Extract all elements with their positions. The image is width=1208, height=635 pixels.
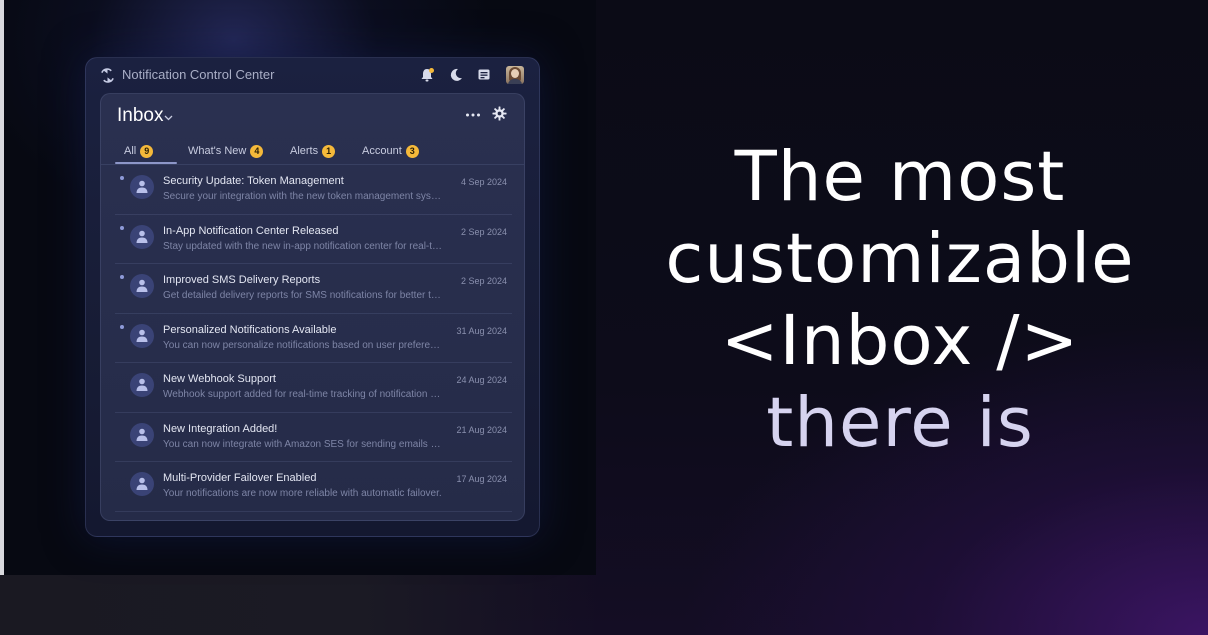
inbox-tabs: All 9 What's New 4 Alerts 1 Account 3 [101,138,524,164]
user-icon [130,472,154,496]
notification-date: 31 Aug 2024 [456,325,507,336]
user-avatar[interactable] [506,66,524,84]
count-badge: 3 [405,144,419,158]
headline: The most customizable <Inbox /> there is [620,136,1180,464]
notification-title: Security Update: Token Management [163,175,344,187]
user-icon [130,373,154,397]
headline-line: <Inbox /> [720,301,1080,381]
notification-date: 2 Sep 2024 [460,276,507,286]
moon-icon[interactable] [448,67,464,83]
notification-row[interactable]: Improved SMS Delivery Reports Get detail… [101,264,524,314]
tab-account[interactable]: Account 3 [362,138,419,164]
preview-stage: Notification Control Center Inbox All 9 … [4,0,596,575]
left-edge-strip [0,0,4,575]
notification-title: New Webhook Support [163,373,276,385]
notification-body: Get detailed delivery reports for SMS no… [163,290,443,301]
user-icon [130,274,154,298]
background-strip [0,575,600,635]
notification-row[interactable]: New Webhook Support Webhook support adde… [101,363,524,413]
gear-icon[interactable] [492,106,507,121]
unread-dot [120,225,124,230]
notification-row[interactable]: Personalized Notifications Available You… [101,314,524,363]
notification-row[interactable]: Security Update: Token Management Secure… [101,165,524,215]
headline-line: there is [766,383,1034,463]
headline-line: The most [734,137,1066,217]
count-badge: 9 [140,144,154,158]
user-icon [130,323,154,348]
divider [115,510,512,512]
notification-title: Multi-Provider Failover Enabled [163,472,317,484]
notification-title: In-App Notification Center Released [163,224,339,237]
notification-body: Webhook support added for real-time trac… [163,389,443,400]
notification-date: 21 Aug 2024 [456,424,507,435]
notification-date: 17 Aug 2024 [456,474,507,484]
bell-icon[interactable] [419,67,435,83]
inbox-panel: Inbox All 9 What's New 4 Alerts 1 Accoun… [100,93,525,521]
tab-label: Account [362,145,402,157]
notification-body: Your notifications are now more reliable… [163,488,442,499]
tab-label: Alerts [290,145,319,157]
notification-date: 4 Sep 2024 [460,177,507,187]
notification-title: New Integration Added! [163,422,278,435]
notification-body: You can now personalize notifications ba… [163,339,443,351]
notification-body: Secure your integration with the new tok… [163,191,443,202]
notification-window: Notification Control Center Inbox All 9 … [85,57,540,537]
count-badge: 4 [250,144,264,158]
inbox-title[interactable]: Inbox [117,105,163,127]
headline-line: customizable [665,219,1135,299]
user-icon [130,224,154,249]
notification-body: Stay updated with the new in-app notific… [163,240,443,252]
unread-dot [120,324,124,329]
notification-date: 24 Aug 2024 [456,375,507,385]
more-options-icon[interactable] [465,112,481,118]
notification-list: Security Update: Token Management Secure… [101,165,524,512]
user-icon [130,175,154,199]
tab-whats-new[interactable]: What's New 4 [188,138,264,164]
unread-dot [120,275,124,279]
notification-row[interactable]: New Integration Added! You can now integ… [101,413,524,462]
notification-row[interactable]: In-App Notification Center Released Stay… [101,215,524,264]
tab-all[interactable]: All 9 [124,138,154,164]
notification-date: 2 Sep 2024 [460,226,507,237]
notification-body: You can now integrate with Amazon SES fo… [163,438,443,450]
tab-label: All [124,145,137,157]
unread-dot [120,176,124,180]
chevron-down-icon[interactable] [164,115,173,121]
notification-title: Personalized Notifications Available [163,323,337,336]
notification-title: Improved SMS Delivery Reports [163,274,321,286]
tab-label: What's New [188,145,247,157]
window-title: Notification Control Center [122,67,275,82]
tab-alerts[interactable]: Alerts 1 [290,138,336,164]
logo-icon [101,68,114,83]
count-badge: 1 [322,144,336,158]
user-icon [130,422,154,447]
window-header: Notification Control Center [86,58,539,92]
notification-row[interactable]: Multi-Provider Failover Enabled Your not… [101,462,524,512]
message-icon[interactable] [476,67,492,83]
